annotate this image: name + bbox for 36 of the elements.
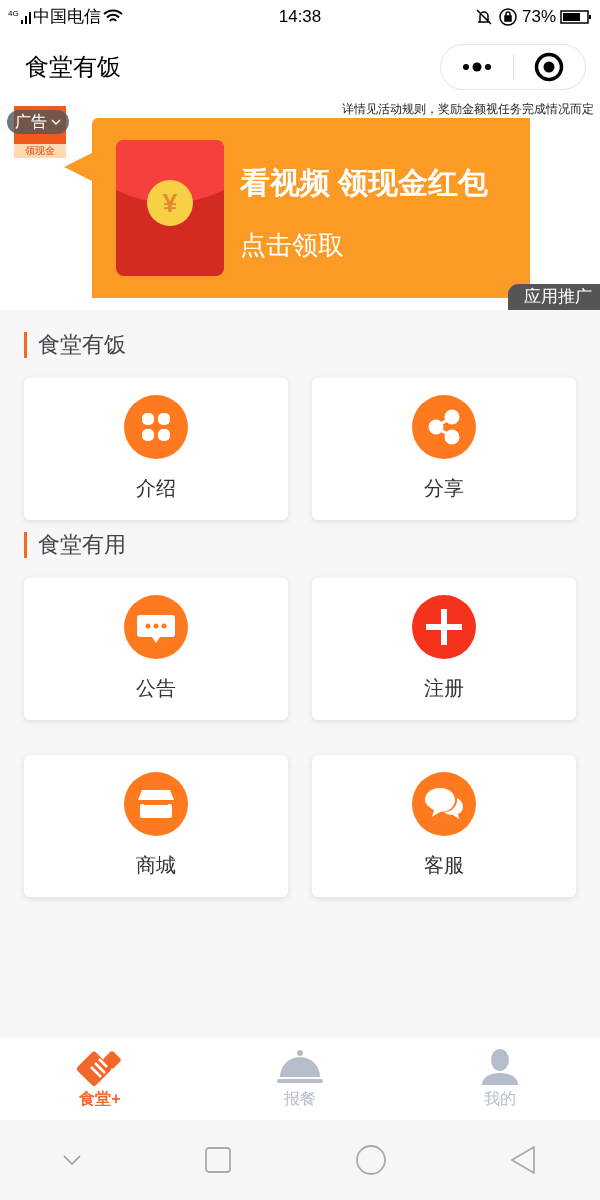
ad-badge[interactable]: 广告 bbox=[7, 110, 69, 134]
close-icon bbox=[534, 52, 565, 82]
battery-icon bbox=[560, 9, 592, 25]
feature-label: 公告 bbox=[136, 676, 176, 701]
mute-icon bbox=[473, 8, 494, 26]
more-icon bbox=[460, 62, 493, 72]
square-nav-icon[interactable] bbox=[205, 1147, 232, 1173]
chevron-down-icon bbox=[51, 119, 61, 125]
section-title: 食堂有用 bbox=[24, 532, 576, 558]
feature-card[interactable]: 介绍 bbox=[24, 378, 288, 520]
clock: 14:38 bbox=[278, 6, 322, 29]
feature-label: 介绍 bbox=[136, 476, 176, 501]
feature-label: 客服 bbox=[424, 853, 464, 878]
page-title: 食堂有饭 bbox=[25, 52, 121, 82]
ad-app-label: 领现金 bbox=[14, 144, 66, 158]
battery-percent: 73% bbox=[521, 6, 556, 29]
feature-card[interactable]: 分享 bbox=[312, 378, 576, 520]
signal-icon bbox=[20, 10, 31, 24]
feature-card[interactable]: 注册 bbox=[312, 578, 576, 720]
ad-pointer-icon bbox=[64, 153, 92, 181]
network-type: 4G bbox=[8, 10, 19, 19]
feature-card[interactable]: 公告 bbox=[24, 578, 288, 720]
section-title: 食堂有饭 bbox=[24, 332, 576, 358]
ad-disclaimer: 详情见活动规则，奖励金额视任务完成情况而定 bbox=[342, 102, 594, 116]
chevron-down-icon[interactable] bbox=[61, 1154, 82, 1166]
feature-label: 注册 bbox=[424, 676, 464, 701]
ad-cta: 点击领取 bbox=[240, 229, 344, 262]
rotation-lock-icon bbox=[497, 7, 518, 27]
home-nav-icon[interactable] bbox=[354, 1144, 387, 1176]
feature-card[interactable]: 客服 bbox=[312, 755, 576, 897]
ad-tag: 应用推广 bbox=[508, 284, 600, 310]
feature-label: 商城 bbox=[136, 853, 176, 878]
feature-label: 分享 bbox=[424, 476, 464, 501]
feature-card[interactable]: 商城 bbox=[24, 755, 288, 897]
carrier-name: 中国电信 bbox=[32, 6, 101, 29]
ad-headline: 看视频 领现金红包 bbox=[240, 165, 489, 201]
